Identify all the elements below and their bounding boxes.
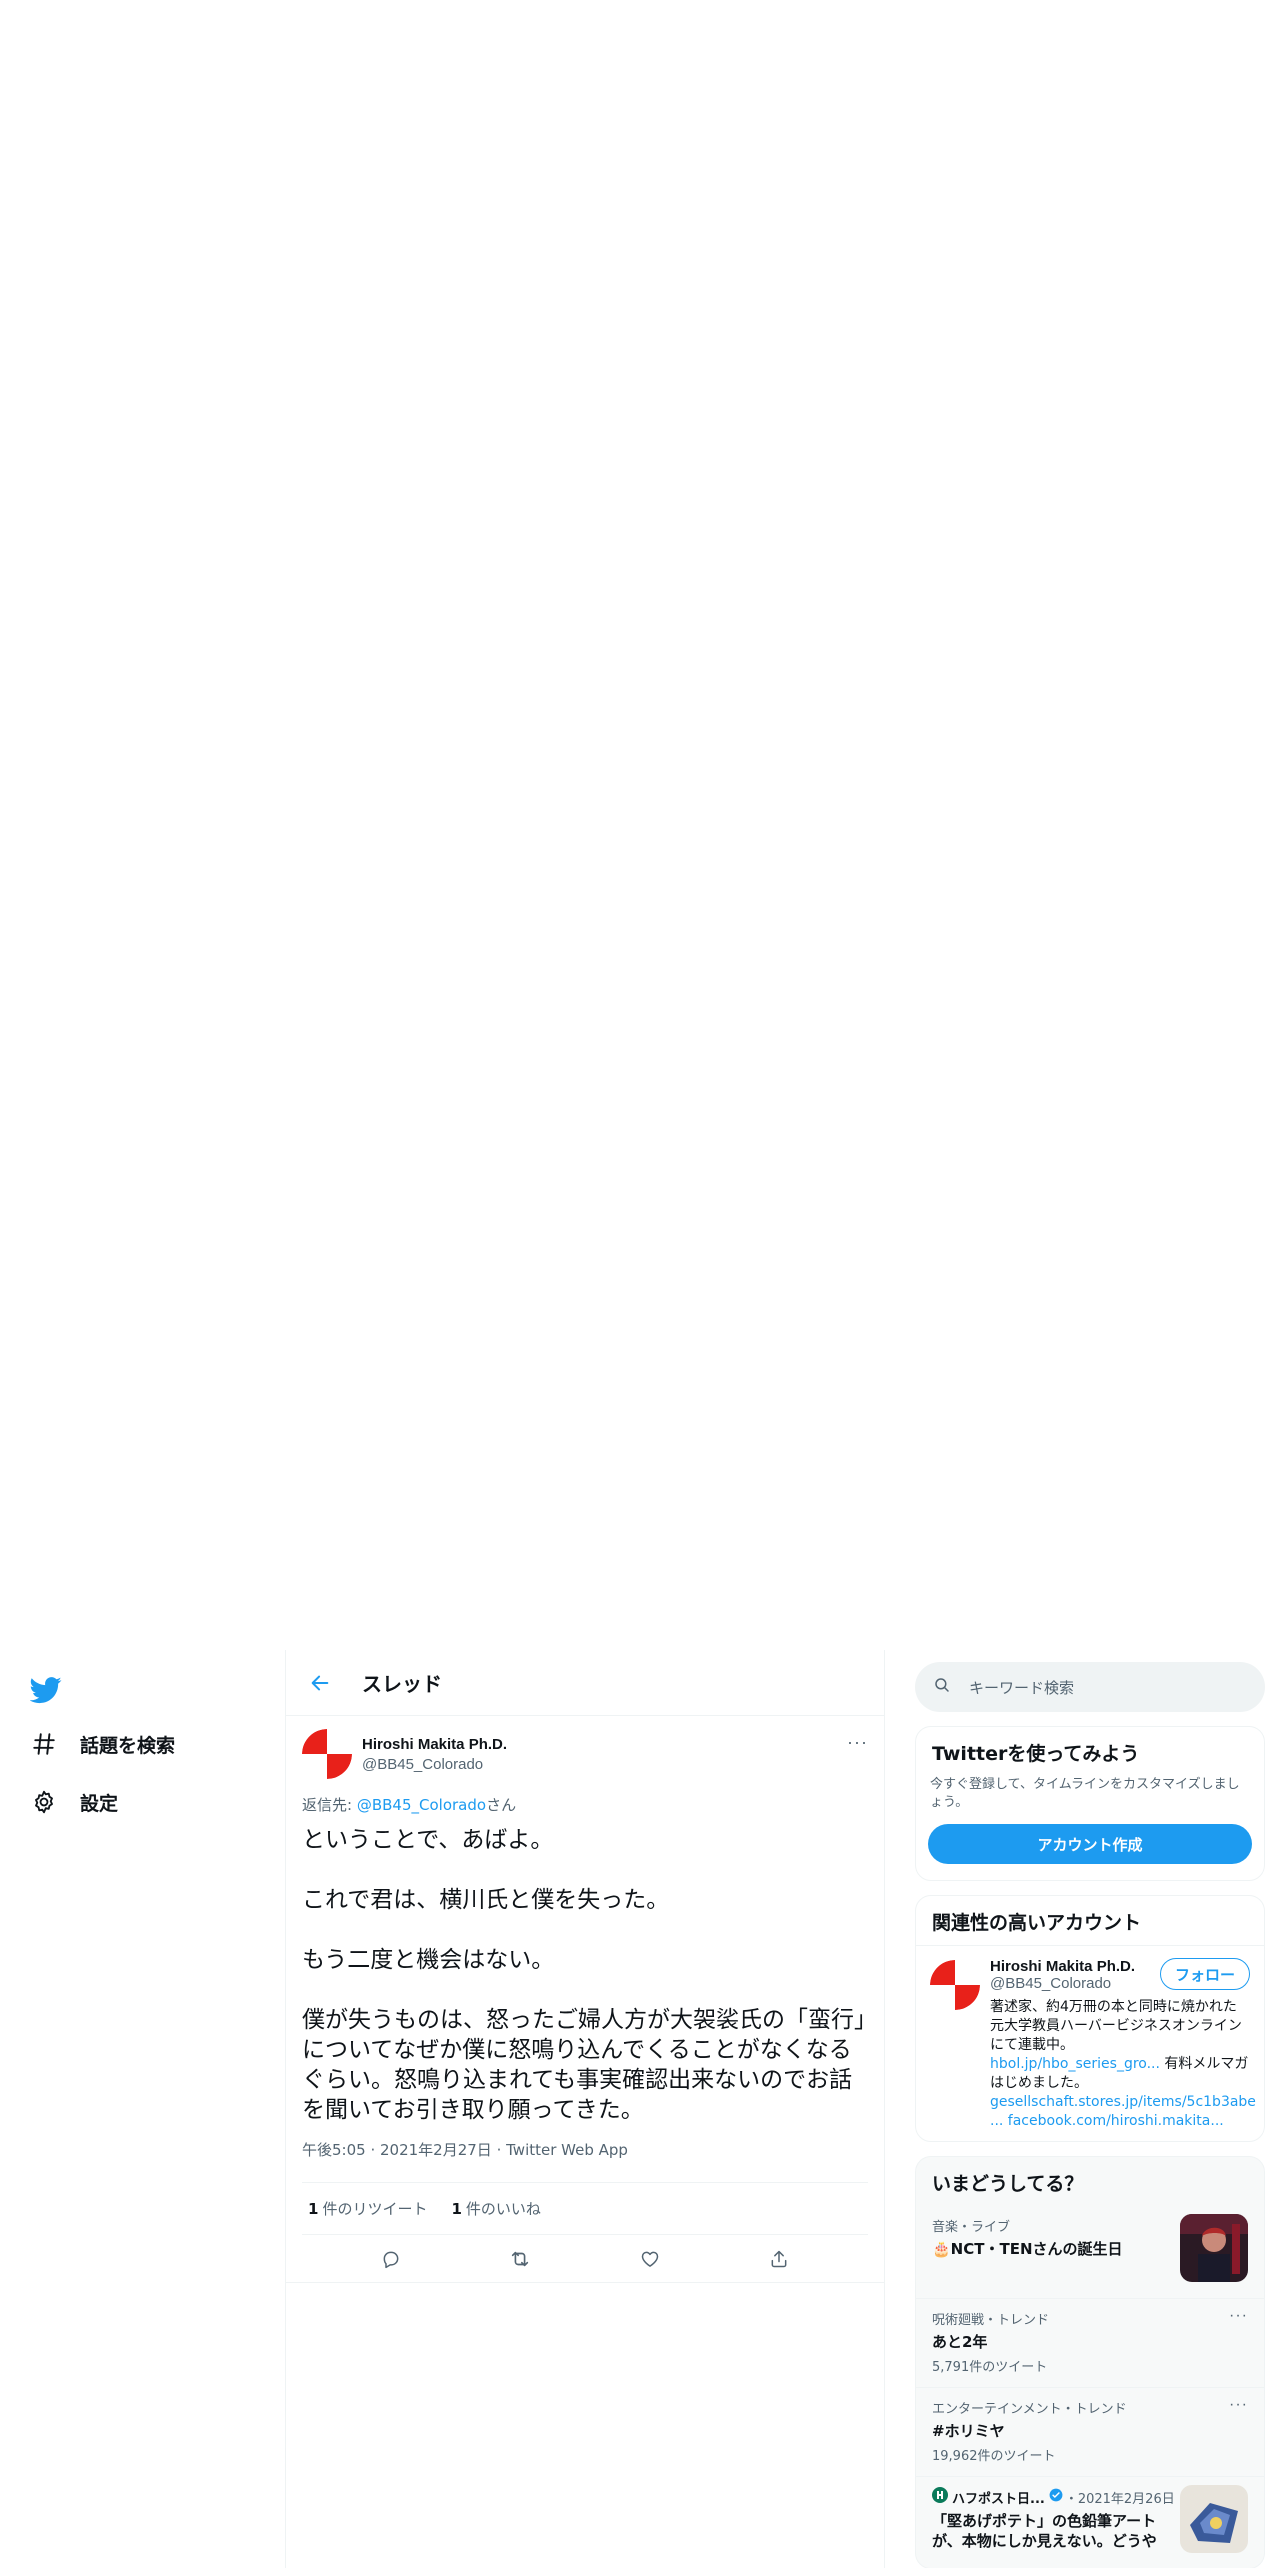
related-accounts-card: 関連性の高いアカウント Hiroshi Makita Ph.D. @BB45_C… [915,1895,1265,2142]
retweet-icon[interactable] [503,2242,537,2276]
main-column: スレッド Hiroshi Makita Ph.D. @BB45_Colorado… [285,1650,885,2568]
more-options-icon[interactable]: ··· [1229,2307,1248,2325]
trend-count: 5,791件のツイート [932,2360,1048,2375]
signup-card: Twitterを使ってみよう 今すぐ登録して、タイムラインをカスタマイズしましょ… [915,1726,1265,1881]
search-icon [933,1676,951,1699]
trends-card: いまどうしてる？ 音楽・ライブ 🎂NCT・TENさんの誕生日 呪術廻戦・トレンド… [915,2156,1265,2568]
tweet: Hiroshi Makita Ph.D. @BB45_Colorado ··· … [286,1716,884,2283]
reply-suffix: さん [486,1796,517,1814]
reply-prefix: 返信先: [302,1796,357,1814]
reply-icon[interactable] [374,2242,408,2276]
tweet-date[interactable]: 2021年2月27日 [380,2141,492,2159]
more-options-icon[interactable]: ··· [847,1732,868,1753]
nav-item-label: 話題を検索 [80,1734,176,1757]
left-nav: 話題を検索 設定 [0,1650,285,2568]
right-sidebar: キーワード検索 Twitterを使ってみよう 今すぐ登録して、タイムラインをカス… [915,1650,1265,2568]
bio-link[interactable]: hbol.jp/hbo_series_gro... [990,2056,1160,2072]
retweet-label: 件のリツイート [322,2200,428,2218]
trend-category: エンターテインメント・トレンド [932,2402,1127,2417]
trend-count: 19,962件のツイート [932,2449,1056,2464]
trend-name: あと2年 [932,2333,988,2351]
tweet-timestamp: 午後5:05 · 2021年2月27日 · Twitter Web App [302,2139,868,2183]
tweet-actions [286,2235,884,2283]
signup-title: Twitterを使ってみよう [932,1743,1140,1765]
news-date: ・2021年2月26日 [1064,2491,1175,2507]
bio-text: 著述家、約4万冊の本と同時に焼かれた元大学教員ハーバービジネスオンラインにて連載… [990,1999,1242,2053]
trend-image [1180,2214,1248,2282]
search-input[interactable]: キーワード検索 [915,1662,1265,1712]
trend-item[interactable]: 呪術廻戦・トレンド あと2年 5,791件のツイート ··· [916,2298,1264,2387]
like-icon[interactable] [633,2242,667,2276]
bio-link[interactable]: gesellschaft.stores.jp/items/5c1b3abe [990,2094,1256,2110]
like-label: 件のいいね [465,2200,541,2218]
tweet-paragraph: ということで、あばよ。 [302,1827,554,1853]
reply-handle-link[interactable]: @BB45_Colorado [357,1796,486,1814]
like-count: 1 [451,2200,462,2218]
avatar[interactable] [302,1729,352,1779]
account-bio: 著述家、約4万冊の本と同時に焼かれた元大学教員ハーバービジネスオンラインにて連載… [990,1998,1256,2131]
tweet-paragraph: これで君は、横川氏と僕を失った。 [302,1887,670,1913]
bio-link[interactable]: ... facebook.com/hiroshi.makita... [990,2113,1224,2129]
tweet-paragraph: 僕が失うものは、怒ったご婦人方が大袈裟氏の「蛮行」についてなぜか僕に怒鳴り込んで… [302,2007,866,2123]
news-source-name: ハフポスト日... [952,2491,1045,2507]
related-title: 関連性の高いアカウント [916,1896,1264,1946]
nav-item-label: 設定 [80,1792,119,1815]
trend-category: 呪術廻戦・トレンド [932,2313,1050,2328]
trend-item[interactable]: 音楽・ライブ 🎂NCT・TENさんの誕生日 [916,2206,1264,2298]
more-options-icon[interactable]: ··· [1229,2396,1248,2414]
trend-name: #ホリミヤ [932,2422,1005,2440]
search-placeholder: キーワード検索 [969,1678,1075,1697]
nav-item-settings[interactable]: 設定 [30,1788,118,1816]
reply-to: 返信先: @BB45_Coloradoさん [286,1794,884,1815]
trend-item[interactable]: エンターテインメント・トレンド #ホリミヤ 19,962件のツイート ··· [916,2387,1264,2476]
gear-icon [30,1788,58,1816]
thread-header: スレッド [286,1650,884,1716]
retweet-count: 1 [308,2200,319,2218]
follow-button[interactable]: フォロー [1159,1958,1250,1990]
back-arrow-icon[interactable] [306,1669,334,1697]
news-image [1180,2485,1248,2553]
create-account-button[interactable]: アカウント作成 [928,1824,1252,1864]
avatar[interactable] [930,1960,980,2010]
related-account[interactable]: Hiroshi Makita Ph.D. @BB45_Colorado フォロー… [916,1946,1264,2141]
like-stat[interactable]: 1 件のいいね [451,2198,540,2219]
twitter-logo-icon[interactable] [29,1674,62,1706]
news-source-logo-icon [932,2487,948,2507]
signup-description: 今すぐ登録して、タイムラインをカスタマイズしましょう。 [930,1777,1240,1810]
tweet-header: Hiroshi Makita Ph.D. @BB45_Colorado ··· [286,1716,884,1786]
trends-title: いまどうしてる？ [932,2173,1084,2195]
tweet-source-app[interactable]: Twitter Web App [506,2141,628,2159]
news-item[interactable]: ハフポスト日... ・2021年2月26日 「堅あげポテト」の色鉛筆アートが、本… [916,2476,1264,2568]
page-title: スレッド [362,1672,442,1696]
tweet-text: ということで、あばよ。 これで君は、横川氏と僕を失った。 もう二度と機会はない。… [286,1815,884,2125]
tweet-paragraph: もう二度と機会はない。 [302,1947,555,1973]
share-icon[interactable] [762,2242,796,2276]
tweet-time[interactable]: 午後5:05 [302,2141,366,2159]
retweet-stat[interactable]: 1 件のリツイート [308,2198,427,2219]
author-handle[interactable]: @BB45_Colorado [362,1756,483,1773]
verified-badge-icon [1049,2488,1063,2506]
hashtag-icon [30,1730,58,1758]
author-name[interactable]: Hiroshi Makita Ph.D. [362,1736,507,1753]
tweet-stats: 1 件のリツイート 1 件のいいね [302,2183,868,2235]
nav-item-explore[interactable]: 話題を検索 [30,1730,175,1758]
